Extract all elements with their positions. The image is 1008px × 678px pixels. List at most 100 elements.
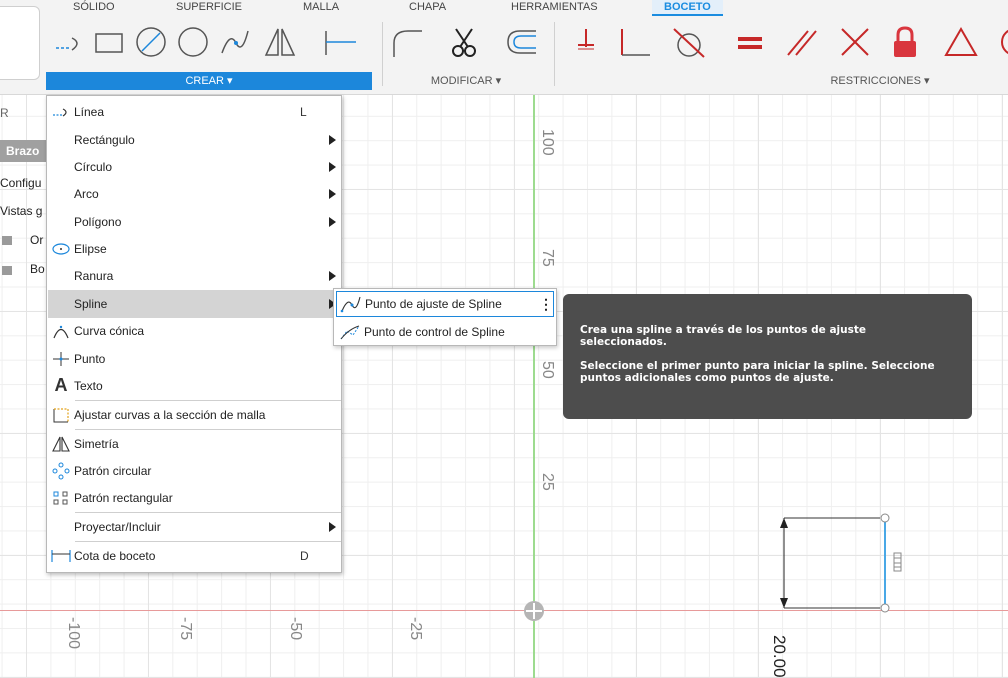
menu-item-circular-pattern[interactable]: Patrón circular: [48, 457, 340, 485]
y-tick-75: 75: [539, 249, 556, 267]
create-group-button[interactable]: CREAR ▾: [46, 72, 372, 90]
browser-item-origin[interactable]: Or: [30, 233, 43, 247]
dimension-icon: [48, 542, 74, 569]
dimension-tool-icon[interactable]: [322, 22, 356, 62]
submenu-arrow-icon: [324, 180, 340, 207]
menu-item-rectangle[interactable]: Rectángulo: [48, 126, 340, 154]
menu-item-ellipse[interactable]: Elipse: [48, 235, 340, 263]
circular-pattern-icon: [48, 457, 74, 484]
workspace-switcher[interactable]: [0, 6, 40, 80]
dimension-value[interactable]: 20.00: [769, 635, 789, 678]
menu-item-label: Rectángulo: [74, 132, 135, 147]
create-menu: Línea L Rectángulo Círculo Arco Polígono…: [46, 95, 342, 573]
tooltip-instructions: Seleccione el primer punto para iniciar …: [580, 360, 935, 384]
y-tick-50: 50: [539, 361, 556, 379]
browser-item-views[interactable]: Vistas g: [0, 204, 42, 218]
x-tick-neg100: -100: [65, 617, 82, 650]
menu-item-label: Cota de boceto: [74, 548, 156, 563]
modify-group-button[interactable]: MODIFICAR ▾: [386, 72, 546, 90]
menu-item-label: Ranura: [74, 268, 114, 283]
constraints-group-button[interactable]: RESTRICCIONES ▾: [800, 72, 960, 90]
tab-chapa[interactable]: CHAPA: [409, 0, 446, 16]
x-tick-neg75: -75: [177, 617, 194, 641]
tab-malla[interactable]: MALLA: [303, 0, 339, 16]
equal-constraint-icon[interactable]: [734, 22, 768, 62]
menu-item-arc[interactable]: Arco: [48, 180, 340, 208]
menu-item-mirror[interactable]: Simetría: [48, 430, 340, 458]
coincident-constraint-icon[interactable]: [570, 22, 604, 62]
y-tick-25: 25: [539, 473, 556, 491]
submenu-arrow-icon: [324, 513, 340, 540]
folder-icon: [2, 266, 12, 275]
browser-item-config[interactable]: Configu: [0, 176, 41, 190]
menu-item-label: Polígono: [74, 214, 122, 229]
x-tick-neg50: -50: [287, 617, 304, 641]
menu-item-label: Simetría: [74, 436, 119, 451]
arc-tool-icon[interactable]: [176, 22, 210, 62]
search-fragment: R: [0, 106, 9, 120]
menu-item-label: Patrón rectangular: [74, 490, 173, 505]
fillet-tool-icon[interactable]: [390, 22, 424, 62]
trim-tool-icon[interactable]: [446, 22, 480, 62]
menu-item-slot[interactable]: Ranura: [48, 262, 340, 290]
offset-tool-icon[interactable]: [504, 22, 538, 62]
menu-item-label: Punto: [74, 351, 106, 366]
rectangle-tool-icon[interactable]: [92, 22, 126, 62]
rectangular-pattern-icon: [48, 484, 74, 511]
menu-item-label: Círculo: [74, 159, 113, 174]
menu-item-label: Ajustar curvas a la sección de malla: [74, 407, 266, 422]
submenu-item-control-point-spline[interactable]: Punto de control de Spline: [336, 319, 554, 345]
tab-superficie[interactable]: SUPERFICIE: [176, 0, 242, 16]
divider: [382, 22, 383, 86]
menu-item-fit-curves[interactable]: Ajustar curvas a la sección de malla: [48, 401, 340, 429]
circle-tool-icon[interactable]: [134, 22, 168, 62]
menu-item-label: Elipse: [74, 241, 107, 256]
folder-icon: [2, 236, 12, 245]
line-tool-icon[interactable]: [52, 22, 86, 62]
menu-item-label: Proyectar/Incluir: [74, 519, 161, 534]
tab-solido[interactable]: SÓLIDO: [73, 0, 115, 16]
shortcut-key: D: [300, 548, 309, 563]
menu-item-circle[interactable]: Círculo: [48, 153, 340, 181]
collinear-constraint-icon[interactable]: [838, 22, 872, 62]
menu-item-spline[interactable]: Spline: [48, 290, 340, 318]
menu-item-label: Patrón circular: [74, 463, 152, 478]
spline-tool-icon[interactable]: [218, 22, 252, 62]
spline-submenu: Punto de ajuste de Spline ⋮ Punto de con…: [333, 288, 557, 346]
triangle-constraint-icon[interactable]: [944, 22, 978, 62]
menu-item-label: Línea: [74, 104, 105, 119]
menu-item-line[interactable]: Línea L: [48, 98, 340, 126]
menu-item-rectangular-pattern[interactable]: Patrón rectangular: [48, 484, 340, 512]
submenu-item-fit-point-spline[interactable]: Punto de ajuste de Spline ⋮: [336, 291, 554, 317]
sketch-geometry[interactable]: [770, 510, 910, 615]
menu-item-project-include[interactable]: Proyectar/Incluir: [48, 513, 340, 541]
menu-item-label: Spline: [74, 296, 108, 311]
menu-item-label: Texto: [74, 378, 103, 393]
submenu-arrow-icon: [324, 208, 340, 235]
symmetric-constraint-icon[interactable]: [990, 22, 1008, 62]
tangent-constraint-icon[interactable]: [672, 22, 706, 62]
more-options-icon[interactable]: ⋮: [539, 296, 553, 313]
text-icon: A: [54, 375, 68, 396]
line-icon: [48, 98, 74, 125]
tooltip-summary: Crea una spline a través de los puntos d…: [580, 324, 867, 348]
menu-item-polygon[interactable]: Polígono: [48, 208, 340, 236]
submenu-arrow-icon: [324, 262, 340, 289]
component-header[interactable]: Brazo: [0, 140, 46, 162]
menu-item-conic-curve[interactable]: Curva cónica: [48, 317, 340, 345]
fit-point-spline-icon: [337, 291, 365, 317]
toolbar: SÓLIDO SUPERFICIE MALLA CHAPA HERRAMIENT…: [0, 0, 1008, 95]
menu-item-text[interactable]: A Texto: [48, 372, 340, 400]
submenu-item-label: Punto de control de Spline: [364, 325, 505, 339]
perpendicular-constraint-icon[interactable]: [616, 22, 650, 62]
tab-boceto[interactable]: BOCETO: [652, 0, 723, 16]
tab-herramientas[interactable]: HERRAMIENTAS: [511, 0, 598, 16]
menu-item-point[interactable]: Punto: [48, 345, 340, 373]
browser-item-sketches[interactable]: Bo: [30, 262, 45, 276]
lock-icon[interactable]: [888, 22, 922, 62]
menu-item-sketch-dimension[interactable]: Cota de boceto D: [48, 542, 340, 570]
shortcut-key: L: [300, 104, 307, 119]
mirror-tool-icon[interactable]: [262, 22, 296, 62]
parallel-constraint-icon[interactable]: [784, 22, 818, 62]
origin-icon[interactable]: [524, 601, 544, 621]
